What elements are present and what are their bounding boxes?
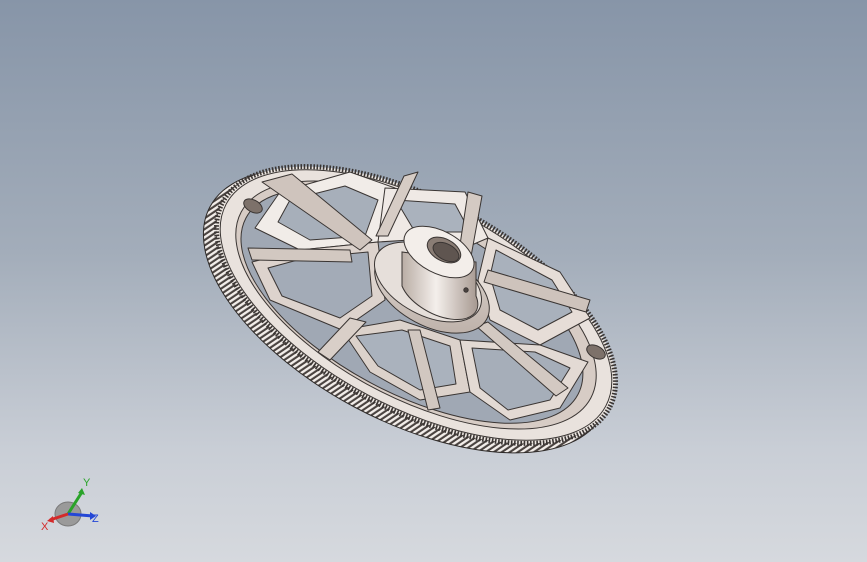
gear-model[interactable]: [0, 0, 867, 562]
z-axis-line: [67, 512, 94, 518]
gear-body: [202, 164, 619, 454]
graphics-viewport[interactable]: Y Z X: [0, 0, 867, 562]
orientation-triad[interactable]: Y Z X: [38, 478, 108, 538]
y-axis-label: Y: [83, 478, 91, 489]
x-axis-label: X: [41, 521, 49, 533]
z-axis-label: Z: [92, 513, 99, 525]
